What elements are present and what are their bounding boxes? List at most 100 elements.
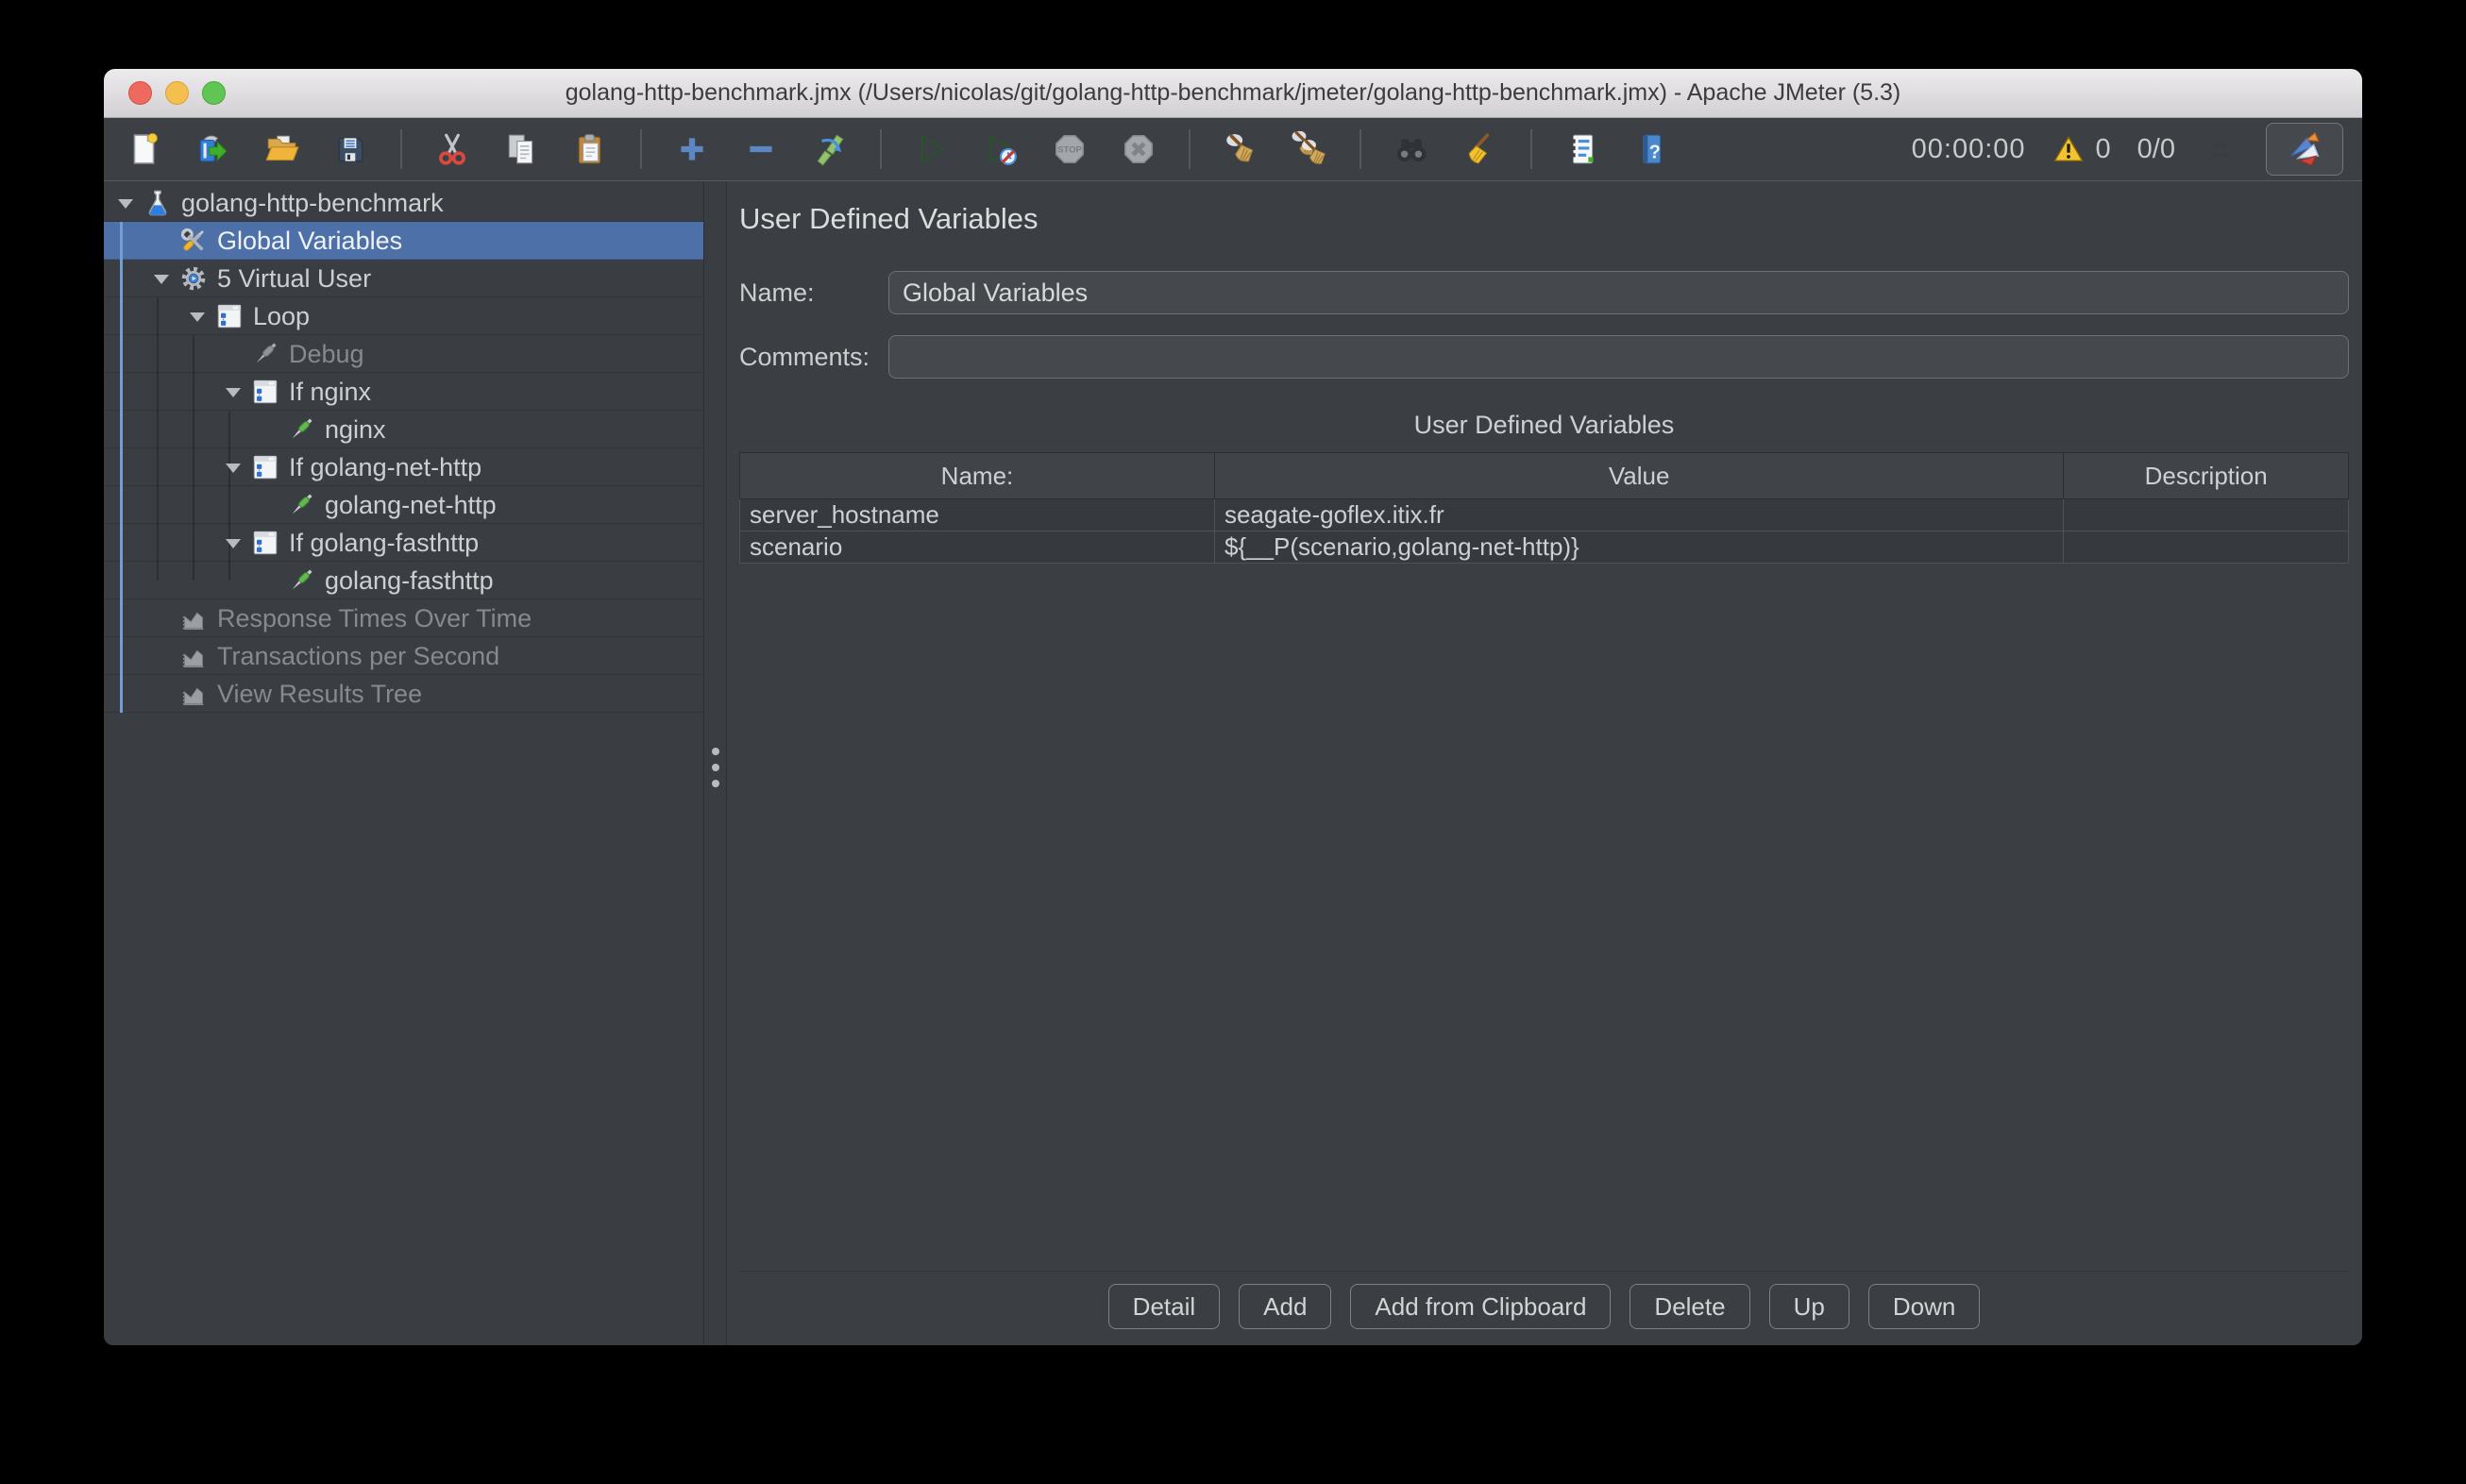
open-file-button[interactable] bbox=[262, 128, 300, 170]
remote-status-button[interactable] bbox=[2202, 128, 2239, 170]
table-actions-bar: Detail Add Add from Clipboard Delete Up Down bbox=[739, 1271, 2349, 1345]
toolbar-separator bbox=[880, 129, 882, 169]
column-header[interactable]: Value bbox=[1214, 453, 2063, 499]
variable-cell[interactable]: server_hostname bbox=[740, 499, 1215, 531]
tree-node-loop[interactable]: Loop bbox=[104, 297, 703, 335]
add-button[interactable]: Add bbox=[1239, 1284, 1331, 1329]
start-no-timers-button[interactable] bbox=[982, 128, 1020, 170]
shutdown-button[interactable] bbox=[1120, 128, 1157, 170]
expand-collapse-arrow-icon[interactable] bbox=[221, 524, 245, 562]
zoom-window-button[interactable] bbox=[202, 81, 226, 105]
jmeter-logo-button[interactable] bbox=[2266, 123, 2343, 176]
shutdown-octagon-icon bbox=[1121, 131, 1157, 167]
copy-button[interactable] bbox=[502, 128, 540, 170]
tree-node-global-variables[interactable]: Global Variables bbox=[104, 222, 703, 260]
comments-input[interactable] bbox=[888, 335, 2349, 379]
open-folder-icon bbox=[263, 131, 299, 167]
variable-cell[interactable]: seagate-goflex.itix.fr bbox=[1214, 499, 2063, 531]
search-button[interactable] bbox=[1393, 128, 1430, 170]
jmeter-logo-icon bbox=[2284, 128, 2325, 170]
name-label: Name: bbox=[739, 278, 888, 308]
toggle-button[interactable] bbox=[811, 128, 849, 170]
splitter-grip-icon[interactable] bbox=[712, 748, 719, 787]
new-file-button[interactable] bbox=[125, 128, 162, 170]
expand-all-button[interactable] bbox=[673, 128, 711, 170]
tree-node-golang-fasthttp[interactable]: golang-fasthttp bbox=[104, 562, 703, 599]
testplan-icon bbox=[142, 187, 174, 219]
start-no-timers-icon bbox=[983, 131, 1019, 167]
log-warning-indicator[interactable]: 0 bbox=[2052, 133, 2111, 165]
function-helper-button[interactable] bbox=[1563, 128, 1601, 170]
jmeter-window: golang-http-benchmark.jmx (/Users/nicola… bbox=[104, 69, 2362, 1345]
tree-node-transactions-per-second[interactable]: Transactions per Second bbox=[104, 637, 703, 675]
tree-node-nginx[interactable]: nginx bbox=[104, 411, 703, 448]
tree-node-response-times-over-time[interactable]: Response Times Over Time bbox=[104, 599, 703, 637]
remote-globe-icon bbox=[2202, 130, 2239, 168]
collapse-all-button[interactable] bbox=[742, 128, 780, 170]
detail-button[interactable]: Detail bbox=[1108, 1284, 1220, 1329]
variable-cell[interactable] bbox=[2064, 531, 2349, 564]
stop-button[interactable] bbox=[1051, 128, 1089, 170]
tree-node-5-virtual-user[interactable]: 5 Virtual User bbox=[104, 260, 703, 297]
expand-collapse-arrow-icon[interactable] bbox=[149, 260, 174, 297]
toolbar-separator bbox=[1530, 129, 1532, 169]
sampler-icon bbox=[285, 489, 317, 521]
tree-node-label: Transactions per Second bbox=[217, 637, 499, 675]
tree-node-if-golang-net-http[interactable]: If golang-net-http bbox=[104, 448, 703, 486]
panel-splitter[interactable] bbox=[703, 181, 727, 1345]
down-button[interactable]: Down bbox=[1868, 1284, 1980, 1329]
close-window-button[interactable] bbox=[128, 81, 152, 105]
cut-button[interactable] bbox=[433, 128, 471, 170]
controller-icon bbox=[249, 451, 281, 483]
toggle-icon bbox=[812, 131, 848, 167]
main-panel-spacer bbox=[739, 564, 2349, 1271]
tree-node-label: View Results Tree bbox=[217, 675, 422, 713]
variables-table-header-row: Name:ValueDescription bbox=[740, 453, 2349, 499]
save-button[interactable] bbox=[331, 128, 369, 170]
elapsed-timer: 00:00:00 bbox=[1912, 134, 2026, 165]
traffic-lights bbox=[128, 69, 226, 117]
clear-all-button[interactable] bbox=[1291, 128, 1328, 170]
tree-node-label: Debug bbox=[289, 335, 364, 373]
variable-cell[interactable] bbox=[2064, 499, 2349, 531]
listener-icon bbox=[177, 678, 210, 710]
variable-row: scenario${__P(scenario,golang-net-http)} bbox=[740, 531, 2349, 564]
clear-button[interactable] bbox=[1222, 128, 1259, 170]
expand-collapse-arrow-icon[interactable] bbox=[113, 184, 138, 222]
help-button[interactable] bbox=[1632, 128, 1670, 170]
expand-collapse-arrow-icon[interactable] bbox=[221, 373, 245, 411]
start-button[interactable] bbox=[913, 128, 951, 170]
tree-node-golang-http-benchmark[interactable]: golang-http-benchmark bbox=[104, 184, 703, 222]
help-book-icon bbox=[1633, 131, 1669, 167]
expand-collapse-arrow-icon[interactable] bbox=[221, 448, 245, 486]
minimize-window-button[interactable] bbox=[165, 81, 189, 105]
tree-node-debug[interactable]: Debug bbox=[104, 335, 703, 373]
tree-node-label: nginx bbox=[325, 411, 386, 448]
tree-node-label: Loop bbox=[253, 297, 310, 335]
tree-node-label: 5 Virtual User bbox=[217, 260, 371, 297]
variable-row: server_hostnameseagate-goflex.itix.fr bbox=[740, 499, 2349, 531]
expand-collapse-arrow-icon[interactable] bbox=[185, 297, 210, 335]
search-reset-button[interactable] bbox=[1461, 128, 1499, 170]
add-from-clipboard-button[interactable]: Add from Clipboard bbox=[1350, 1284, 1611, 1329]
sampler-icon bbox=[285, 565, 317, 597]
name-input[interactable] bbox=[888, 271, 2349, 314]
delete-button[interactable]: Delete bbox=[1630, 1284, 1749, 1329]
tree-node-view-results-tree[interactable]: View Results Tree bbox=[104, 675, 703, 713]
tree-node-if-golang-fasthttp[interactable]: If golang-fasthttp bbox=[104, 524, 703, 562]
column-header[interactable]: Description bbox=[2064, 453, 2349, 499]
paste-button[interactable] bbox=[571, 128, 609, 170]
tree-node-label: golang-net-http bbox=[325, 486, 497, 524]
variable-cell[interactable]: scenario bbox=[740, 531, 1215, 564]
tree-node-if-nginx[interactable]: If nginx bbox=[104, 373, 703, 411]
variable-cell[interactable]: ${__P(scenario,golang-net-http)} bbox=[1214, 531, 2063, 564]
tree-node-golang-net-http[interactable]: golang-net-http bbox=[104, 486, 703, 524]
column-header[interactable]: Name: bbox=[740, 453, 1215, 499]
up-button[interactable]: Up bbox=[1769, 1284, 1850, 1329]
controller-icon bbox=[213, 300, 245, 332]
tree-node-label: Response Times Over Time bbox=[217, 599, 532, 637]
templates-button[interactable] bbox=[194, 128, 231, 170]
toolbar-status-cluster: 00:00:00 0 0/0 bbox=[1912, 123, 2362, 176]
controller-icon bbox=[249, 376, 281, 408]
toolbar-separator bbox=[400, 129, 402, 169]
